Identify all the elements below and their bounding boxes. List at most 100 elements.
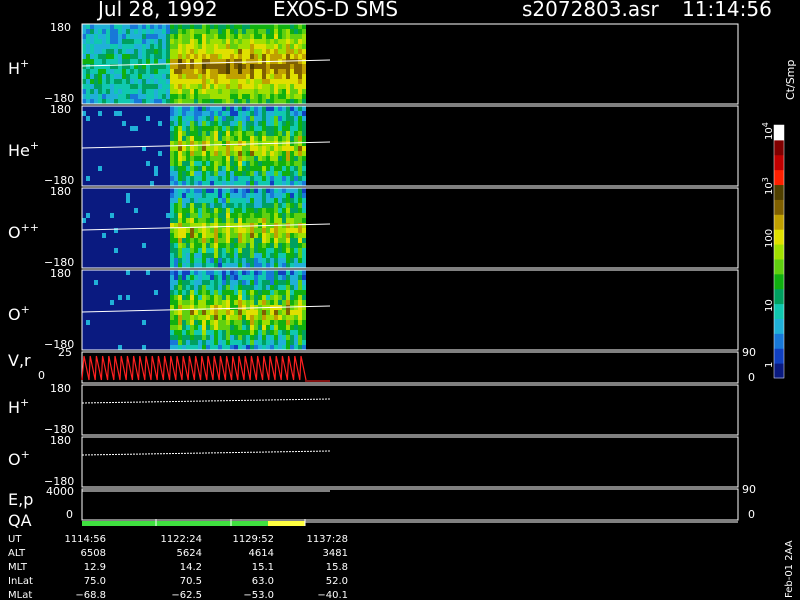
spectrogram-cell [226,213,230,218]
spectrogram-cell [298,280,302,285]
spectrogram-cell [246,300,250,305]
spectrogram-cell [210,121,214,126]
spectrogram-cell [118,79,122,84]
ep-panel: E,p 40000900 [8,483,756,521]
spectrogram-cell [122,121,126,126]
spectrogram-cell [258,330,262,335]
spectrogram-cell [214,121,218,126]
spectrogram-cell [206,335,210,340]
spectrogram-cell [138,59,142,64]
footer-row-label: MLT [8,562,28,573]
spectrogram-cell [186,89,190,94]
spectrogram-cell [286,243,290,248]
spectrogram-cell [234,121,238,126]
spectrogram-cell [302,156,306,161]
spectrogram-cell [222,131,226,136]
spectrogram-cell [226,99,230,104]
spectrogram-cell [254,248,258,253]
spectrogram-cell [246,335,250,340]
spectrogram-cell [290,320,294,325]
spectrogram-cell [242,94,246,99]
spectrogram-cell [206,263,210,268]
spectrogram-cell [302,188,306,193]
spectrogram-cell [166,54,170,59]
spectrogram-cell [266,116,270,121]
spectrogram-cell [98,84,102,89]
spectrogram-cell [190,131,194,136]
spectrogram-cell [270,335,274,340]
spectrogram-cell [198,94,202,99]
spectrogram-cell [182,228,186,233]
spectrogram-cell [242,131,246,136]
spectrogram-cell [234,270,238,275]
spectrogram-cell [186,94,190,99]
spectrogram-cell [194,315,198,320]
spectrogram-cell [294,84,298,89]
colorbar-swatch [774,125,784,141]
panel-ymax: 180 [50,21,71,34]
spectrogram-cell [178,171,182,176]
spectrogram-cell [166,24,170,29]
spectrogram-cell [146,161,150,166]
spectrogram-cell [226,106,230,111]
spectrogram-cell [298,79,302,84]
spectrogram-cell [270,238,274,243]
spectrogram-cell [202,69,206,74]
spectrogram-cell [242,99,246,104]
spectrogram-cell [214,111,218,116]
spectrogram-cell [270,94,274,99]
spectrogram-cell [198,290,202,295]
spectrogram-cell [190,69,194,74]
spectrogram-cell [178,156,182,161]
spectrogram-cell [234,243,238,248]
spectrogram-cell [178,208,182,213]
spectrogram-cell [234,188,238,193]
spectrogram-cell [170,49,174,54]
colorbar-tick: 103 [761,177,775,195]
spectrogram-cell [294,176,298,181]
spectrogram-cell [278,79,282,84]
spectrogram-cell [210,345,214,350]
spectrogram-cell [110,44,114,49]
spectrogram-cell [238,24,242,29]
spectrogram-cell [186,330,190,335]
spectrogram-cell [222,305,226,310]
spectrogram-cell [206,310,210,315]
spectrogram-cell [246,89,250,94]
spectrogram-cell [226,188,230,193]
spectrogram-cell [170,248,174,253]
spectrogram-cell [174,193,178,198]
spectrogram-cell [258,84,262,89]
spectrogram-cell [174,161,178,166]
spectrogram-cell [178,218,182,223]
spectrogram-cell [122,94,126,99]
spectrogram-cell [206,253,210,258]
spectrogram-cell [214,208,218,213]
spectrogram-cell [206,243,210,248]
spectrogram-cell [242,233,246,238]
spectrogram-cell [214,233,218,238]
spectrogram-cell [134,126,138,131]
spectrogram-cell [214,345,218,350]
spectrogram-cell [178,151,182,156]
spectrogram-cell [190,49,194,54]
spectrogram-cell [278,156,282,161]
footer-cell: 15.1 [252,562,274,573]
spectrogram-cell [278,54,282,59]
spectrogram-cell [278,34,282,39]
spectrogram-cell [234,290,238,295]
spectrogram-cell [210,166,214,171]
spectrogram-cell [286,315,290,320]
spectrogram-cell [250,270,254,275]
spectrogram-cell [294,290,298,295]
spectrogram-cell [298,89,302,94]
angle-trace [81,450,331,456]
spectrogram-cell [230,290,234,295]
spectrogram-cell [282,275,286,280]
spectrogram-cell [190,248,194,253]
spectrogram-cell [258,295,262,300]
spectrogram-cell [278,258,282,263]
spectrogram-cell [210,280,214,285]
spectrogram-cell [146,116,150,121]
spectrogram-cell [218,345,222,350]
